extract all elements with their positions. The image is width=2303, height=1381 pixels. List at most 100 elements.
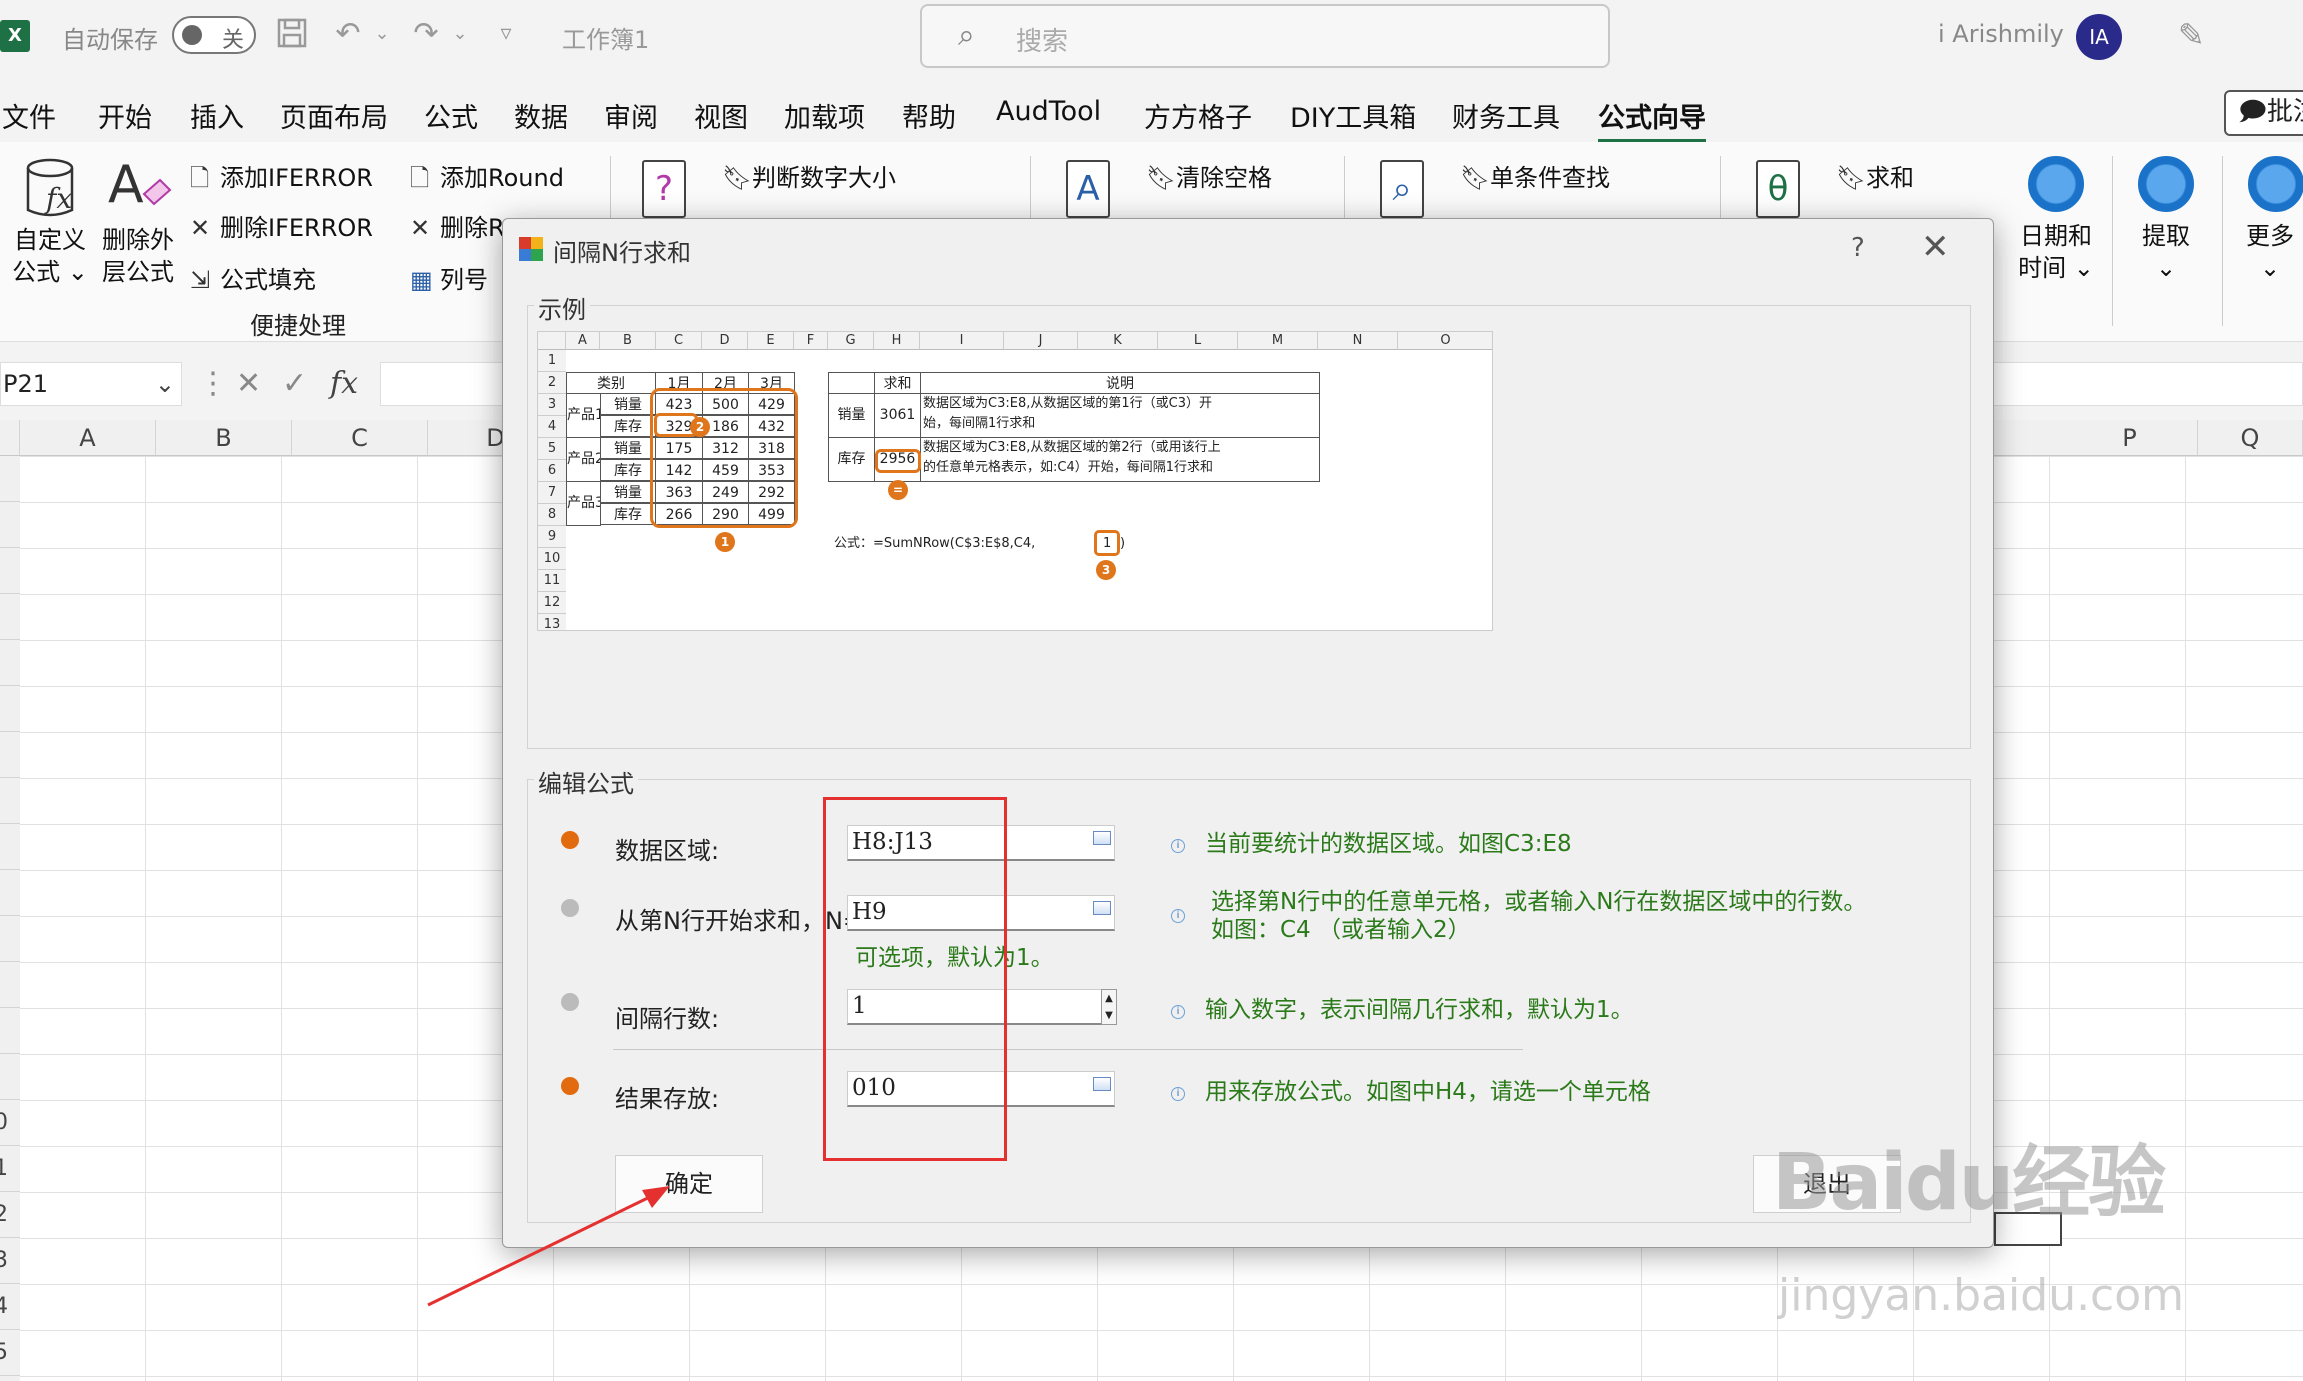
tab-diy-toolbox[interactable]: DIY工具箱	[1290, 96, 1416, 135]
name-box[interactable]: P21 ⌄	[0, 362, 182, 406]
more-icon[interactable]	[2248, 156, 2303, 212]
theta-doc-icon[interactable]: θ	[1756, 160, 1800, 218]
example-legend: 示例	[534, 290, 590, 325]
undo-icon[interactable]: ↶	[330, 16, 366, 52]
range-select-icon[interactable]	[1093, 831, 1111, 845]
row-header[interactable]	[0, 594, 20, 640]
row-header[interactable]: 4	[0, 1284, 20, 1330]
redo-dropdown-icon[interactable]: ⌄	[442, 16, 478, 52]
extract-button[interactable]: 提取 ⌄	[2126, 220, 2206, 284]
ex-result-label: 库存	[828, 437, 875, 482]
more-options-icon[interactable]: ⋮	[198, 366, 228, 401]
tab-file[interactable]: 文件	[2, 96, 56, 135]
row-header[interactable]: 3	[0, 1238, 20, 1284]
remove-outer-formula-button[interactable]: 删除外 层公式	[98, 224, 178, 288]
row-header[interactable]	[0, 962, 20, 1008]
customize-icon[interactable]: ▿	[488, 16, 524, 52]
row-header[interactable]	[0, 732, 20, 778]
row-header[interactable]	[0, 686, 20, 732]
tab-addins[interactable]: 加载项	[784, 96, 865, 135]
interval-stepper[interactable]: ▲ ▼	[1101, 989, 1117, 1025]
divider	[613, 1049, 1523, 1050]
row-header[interactable]	[0, 548, 20, 594]
range-select-icon[interactable]	[1093, 1077, 1111, 1091]
datetime-button[interactable]: 日期和 时间 ⌄	[2006, 220, 2106, 284]
tab-home[interactable]: 开始	[98, 96, 152, 135]
formula-fill-button[interactable]: ⇲ 公式填充	[190, 260, 316, 295]
start-row-hint: 选择第N行中的任意单元格，或者输入N行在数据区域中的行数。	[1211, 889, 1867, 915]
extract-icon[interactable]	[2138, 156, 2194, 212]
row-header[interactable]	[0, 456, 20, 502]
row-header[interactable]	[0, 502, 20, 548]
save-icon[interactable]	[274, 16, 310, 52]
row-header[interactable]: 2	[0, 1192, 20, 1238]
tab-finance-tools[interactable]: 财务工具	[1452, 96, 1560, 135]
tab-page-layout[interactable]: 页面布局	[280, 96, 388, 135]
tab-insert[interactable]: 插入	[190, 96, 244, 135]
redo-icon[interactable]: ↷	[408, 16, 444, 52]
tab-formula-wizard[interactable]: 公式向导	[1598, 96, 1706, 143]
clear-space-button[interactable]: 🔖︎清除空格	[1146, 158, 1272, 193]
row-header[interactable]	[0, 778, 20, 824]
insert-function-icon[interactable]: fx	[330, 366, 358, 401]
add-iferror-label: 添加IFERROR	[220, 164, 373, 192]
ex-col: M	[1238, 332, 1318, 350]
delete-round-button[interactable]: ✕ 删除R	[410, 208, 505, 243]
comment-icon: 🗩	[2238, 97, 2267, 127]
datetime-icon[interactable]	[2028, 156, 2084, 212]
sum-button[interactable]: 🔖︎求和	[1836, 158, 1914, 193]
judge-number-button[interactable]: 🔖︎判断数字大小	[722, 158, 896, 193]
select-all[interactable]	[0, 420, 20, 456]
row-header[interactable]	[0, 870, 20, 916]
row-header[interactable]: 5	[0, 1330, 20, 1376]
cancel-icon[interactable]: ✕	[236, 366, 261, 401]
ex-col: K	[1078, 332, 1158, 350]
text-a-doc-icon[interactable]: A	[1066, 160, 1110, 218]
row-header[interactable]: 0	[0, 1100, 20, 1146]
row-header[interactable]: 1	[0, 1146, 20, 1192]
comment-button[interactable]: 🗩批注	[2224, 90, 2303, 136]
row-header[interactable]	[0, 640, 20, 686]
search-placeholder: 搜索	[1016, 27, 1069, 57]
ex-corner	[538, 332, 566, 350]
question-doc-icon[interactable]: ?	[642, 160, 686, 218]
tab-data[interactable]: 数据	[514, 96, 568, 135]
tab-help[interactable]: 帮助	[902, 96, 956, 135]
avatar[interactable]: IA	[2076, 14, 2122, 60]
range-select-icon[interactable]	[1093, 901, 1111, 915]
search-box[interactable]: ⌕ 搜索	[920, 4, 1610, 68]
column-header[interactable]: A	[20, 420, 156, 456]
close-icon[interactable]: ✕	[1921, 227, 1950, 267]
help-button[interactable]: ?	[1851, 233, 1865, 263]
undo-dropdown-icon[interactable]: ⌄	[364, 16, 400, 52]
add-round-button[interactable]: 🗋 添加Round	[410, 158, 564, 202]
tab-view[interactable]: 视图	[694, 96, 748, 135]
row-header[interactable]	[0, 824, 20, 870]
column-header[interactable]: Q	[2198, 420, 2303, 456]
column-number-button[interactable]: ▦ 列号	[410, 260, 488, 295]
single-lookup-button[interactable]: 🔖︎单条件查找	[1460, 158, 1610, 193]
column-header[interactable]: P	[2062, 420, 2198, 456]
ex-row: 13	[538, 614, 566, 630]
row-header[interactable]	[0, 1054, 20, 1100]
autosave-toggle[interactable]: 关	[172, 16, 256, 54]
name-box-value: P21	[3, 370, 49, 398]
pen-icon[interactable]: ✎	[2178, 16, 2205, 54]
delete-iferror-button[interactable]: ✕ 删除IFERROR	[190, 208, 373, 243]
tab-review[interactable]: 审阅	[604, 96, 658, 135]
add-iferror-button[interactable]: 🗋 添加IFERROR	[190, 158, 373, 202]
ex-col: O	[1398, 332, 1492, 350]
confirm-icon[interactable]: ✓	[282, 366, 307, 401]
tab-formulas[interactable]: 公式	[424, 96, 478, 135]
row-header[interactable]	[0, 1008, 20, 1054]
row-header[interactable]	[0, 916, 20, 962]
column-header[interactable]: C	[292, 420, 428, 456]
tab-fangfang[interactable]: 方方格子	[1144, 96, 1252, 135]
tab-audtool[interactable]: AudTool	[996, 96, 1101, 127]
more-button[interactable]: 更多 ⌄	[2238, 220, 2302, 284]
ex-row: 12	[538, 592, 566, 614]
search-doc-icon[interactable]: ⌕	[1380, 160, 1424, 218]
column-header[interactable]: B	[156, 420, 292, 456]
example-preview: A B C D E F G H I J K L M N O 1 2 3 4 5 …	[537, 331, 1493, 631]
custom-formula-button[interactable]: 自定义 公式 ⌄	[10, 224, 90, 288]
